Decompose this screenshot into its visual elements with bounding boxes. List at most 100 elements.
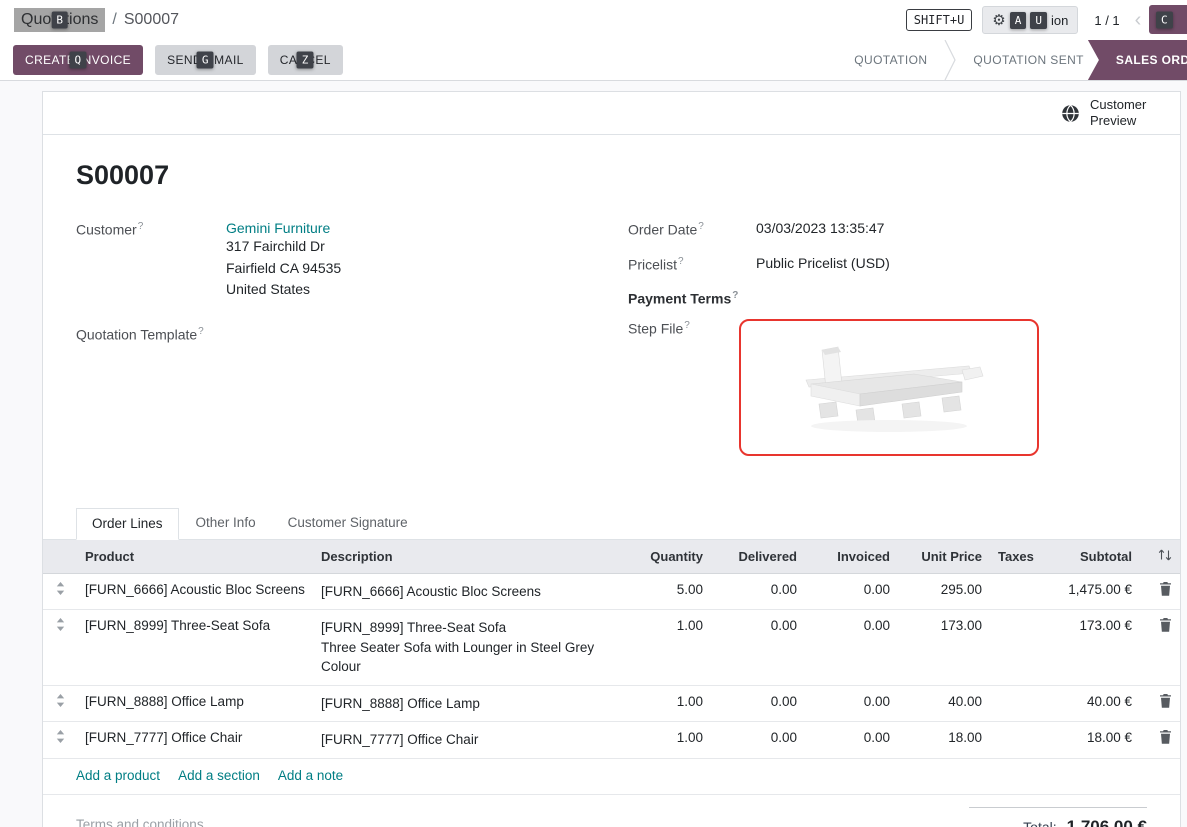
- edge-clipped-button[interactable]: C: [1149, 5, 1187, 34]
- order-line-product[interactable]: [FURN_6666] Acoustic Bloc Screens: [77, 573, 313, 610]
- create-invoice-button[interactable]: CREATE INVOICE Q: [13, 45, 143, 75]
- col-delivered[interactable]: Delivered: [711, 540, 805, 574]
- status-step-quotation-sent[interactable]: QUOTATION SENT: [956, 40, 1101, 80]
- order-line-quantity[interactable]: 5.00: [619, 573, 711, 610]
- order-line-invoiced[interactable]: 0.00: [805, 610, 898, 686]
- delete-row-icon[interactable]: [1159, 582, 1172, 599]
- order-line-product[interactable]: [FURN_8888] Office Lamp: [77, 685, 313, 722]
- tab-customer-signature[interactable]: Customer Signature: [273, 508, 423, 540]
- col-unit-price[interactable]: Unit Price: [898, 540, 990, 574]
- step-file-image-widget[interactable]: [739, 319, 1039, 456]
- order-line-delivered[interactable]: 0.00: [711, 610, 805, 686]
- order-line-taxes[interactable]: [990, 610, 1040, 686]
- pager-previous-button[interactable]: ‹: [1130, 10, 1147, 30]
- order-line-invoiced[interactable]: 0.00: [805, 573, 898, 610]
- col-product[interactable]: Product: [77, 540, 313, 574]
- drag-handle-icon[interactable]: [56, 694, 65, 710]
- payment-terms-label: Payment Terms?: [628, 289, 756, 307]
- shortcut-badge-breadcrumb: B: [51, 12, 68, 29]
- order-line-taxes[interactable]: [990, 573, 1040, 610]
- order-line-invoiced[interactable]: 0.00: [805, 722, 898, 759]
- shortcut-badge-send-email: G: [197, 52, 214, 69]
- customer-address-line: Fairfield CA 94535: [226, 258, 341, 280]
- field-order-date: Order Date? 03/03/2023 13:35:47: [628, 220, 1147, 238]
- table-row: [FURN_7777] Office Chair [FURN_7777] Off…: [43, 722, 1180, 759]
- shortcut-badge-shift-u: SHIFT+U: [906, 9, 973, 31]
- order-line-quantity[interactable]: 1.00: [619, 722, 711, 759]
- add-a-product-link[interactable]: Add a product: [76, 768, 160, 783]
- order-line-description[interactable]: [FURN_6666] Acoustic Bloc Screens: [313, 573, 619, 610]
- order-date-value[interactable]: 03/03/2023 13:35:47: [756, 220, 884, 238]
- pricelist-value[interactable]: Public Pricelist (USD): [756, 255, 890, 273]
- row-handle-cell: [43, 685, 77, 722]
- drag-handle-icon[interactable]: [56, 582, 65, 598]
- breadcrumb-separator: /: [112, 11, 116, 29]
- delete-row-icon[interactable]: [1159, 730, 1172, 747]
- add-a-section-link[interactable]: Add a section: [178, 768, 260, 783]
- delete-row-icon[interactable]: [1159, 618, 1172, 635]
- col-taxes[interactable]: Taxes: [990, 540, 1040, 574]
- order-lines-table: Product Description Quantity Delivered I…: [43, 540, 1180, 759]
- drag-handle-icon[interactable]: [56, 730, 65, 746]
- order-line-taxes[interactable]: [990, 722, 1040, 759]
- form-right-column: Order Date? 03/03/2023 13:35:47 Pricelis…: [628, 220, 1147, 473]
- order-line-invoiced[interactable]: 0.00: [805, 685, 898, 722]
- order-line-unit-price[interactable]: 18.00: [898, 722, 990, 759]
- breadcrumb-current: S00007: [124, 11, 179, 29]
- order-line-delivered[interactable]: 0.00: [711, 722, 805, 759]
- table-row: [FURN_6666] Acoustic Bloc Screens [FURN_…: [43, 573, 1180, 610]
- order-line-subtotal: 173.00 €: [1040, 610, 1140, 686]
- field-customer: Customer? Gemini Furniture 317 Fairchild…: [76, 220, 628, 301]
- pricelist-label: Pricelist?: [628, 255, 756, 273]
- order-line-description[interactable]: [FURN_7777] Office Chair: [313, 722, 619, 759]
- col-quantity[interactable]: Quantity: [619, 540, 711, 574]
- order-line-unit-price[interactable]: 40.00: [898, 685, 990, 722]
- terms-and-conditions-placeholder[interactable]: Terms and conditions...: [76, 817, 215, 827]
- order-line-unit-price[interactable]: 173.00: [898, 610, 990, 686]
- shortcut-badge-edge: C: [1156, 11, 1173, 28]
- order-line-subtotal: 18.00 €: [1040, 722, 1140, 759]
- breadcrumb-quotations[interactable]: Quotations B: [14, 8, 105, 32]
- add-a-note-link[interactable]: Add a note: [278, 768, 343, 783]
- shortcut-badge-action-u: U: [1030, 12, 1047, 29]
- order-line-delivered[interactable]: 0.00: [711, 573, 805, 610]
- col-description[interactable]: Description: [313, 540, 619, 574]
- help-marker: ?: [698, 221, 704, 232]
- total-value: 1,706.00 €: [1067, 817, 1147, 827]
- order-line-taxes[interactable]: [990, 685, 1040, 722]
- order-line-description[interactable]: [FURN_8888] Office Lamp: [313, 685, 619, 722]
- order-line-quantity[interactable]: 1.00: [619, 685, 711, 722]
- customer-preview-button[interactable]: Customer Preview: [1061, 97, 1154, 128]
- tab-other-info[interactable]: Other Info: [181, 508, 271, 540]
- field-pricelist: Pricelist? Public Pricelist (USD): [628, 255, 1147, 273]
- status-step-sales-order[interactable]: SALES ORDER: [1088, 40, 1187, 80]
- help-marker: ?: [138, 221, 144, 232]
- field-step-file: Step File?: [628, 319, 1147, 456]
- col-subtotal[interactable]: Subtotal: [1040, 540, 1140, 574]
- order-line-unit-price[interactable]: 295.00: [898, 573, 990, 610]
- action-menu-button[interactable]: ⚙ A U ion: [982, 6, 1078, 34]
- top-bar: Quotations B / S00007 SHIFT+U ⚙ A U ion …: [0, 0, 1187, 40]
- help-marker: ?: [198, 326, 204, 337]
- order-line-description[interactable]: [FURN_8999] Three-Seat Sofa Three Seater…: [313, 610, 619, 686]
- status-step-quotation[interactable]: QUOTATION: [837, 40, 944, 80]
- table-footer-links: Add a product Add a section Add a note: [43, 759, 1180, 795]
- tab-order-lines[interactable]: Order Lines: [76, 508, 179, 540]
- drag-handle-icon[interactable]: [56, 618, 65, 634]
- shortcut-badge-cancel: Z: [297, 52, 314, 69]
- action-buttons: CREATE INVOICE Q SEND EMAIL G CANCEL Z: [0, 40, 356, 80]
- delete-row-icon[interactable]: [1159, 694, 1172, 711]
- order-line-product[interactable]: [FURN_7777] Office Chair: [77, 722, 313, 759]
- cancel-button[interactable]: CANCEL Z: [268, 45, 343, 75]
- order-line-product[interactable]: [FURN_8999] Three-Seat Sofa: [77, 610, 313, 686]
- optional-columns-icon[interactable]: [1158, 549, 1172, 564]
- customer-preview-label: Customer Preview: [1090, 97, 1154, 128]
- help-marker: ?: [732, 290, 738, 301]
- col-invoiced[interactable]: Invoiced: [805, 540, 898, 574]
- order-line-quantity[interactable]: 1.00: [619, 610, 711, 686]
- order-lines-body: [FURN_6666] Acoustic Bloc Screens [FURN_…: [43, 573, 1180, 758]
- send-email-button[interactable]: SEND EMAIL G: [155, 45, 256, 75]
- customer-link[interactable]: Gemini Furniture: [226, 220, 330, 236]
- order-line-delivered[interactable]: 0.00: [711, 685, 805, 722]
- form-fields: Customer? Gemini Furniture 317 Fairchild…: [76, 220, 1147, 473]
